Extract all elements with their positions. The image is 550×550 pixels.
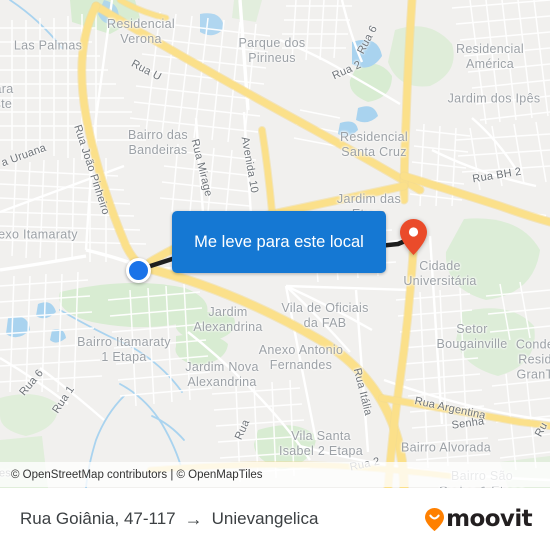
moovit-wordmark: moovit bbox=[446, 505, 532, 532]
map-attribution-text[interactable]: © OpenStreetMap contributors | © OpenMap… bbox=[0, 469, 263, 481]
map-canvas[interactable]: .w { fill:none; stroke:#ffffff; stroke-l… bbox=[0, 0, 550, 488]
moovit-logo[interactable]: moovit bbox=[425, 505, 533, 532]
arrow-right-icon: → bbox=[184, 509, 203, 529]
route-summary: Rua Goiânia, 47-117 → Unievangelica bbox=[20, 509, 318, 529]
moovit-map-screen: .w { fill:none; stroke:#ffffff; stroke-l… bbox=[0, 0, 550, 550]
map-attribution-bar: © OpenStreetMap contributors | © OpenMap… bbox=[0, 462, 550, 487]
route-footer: Rua Goiânia, 47-117 → Unievangelica moov… bbox=[0, 488, 550, 550]
moovit-pin-icon bbox=[425, 507, 445, 531]
route-destination-text: Unievangelica bbox=[211, 509, 319, 528]
take-me-here-button[interactable]: Me leve para este local bbox=[172, 211, 386, 273]
route-origin-text: Rua Goiânia, 47-117 bbox=[20, 509, 176, 528]
take-me-here-label: Me leve para este local bbox=[194, 232, 364, 251]
origin-marker[interactable] bbox=[126, 258, 151, 283]
destination-marker[interactable] bbox=[400, 219, 427, 255]
